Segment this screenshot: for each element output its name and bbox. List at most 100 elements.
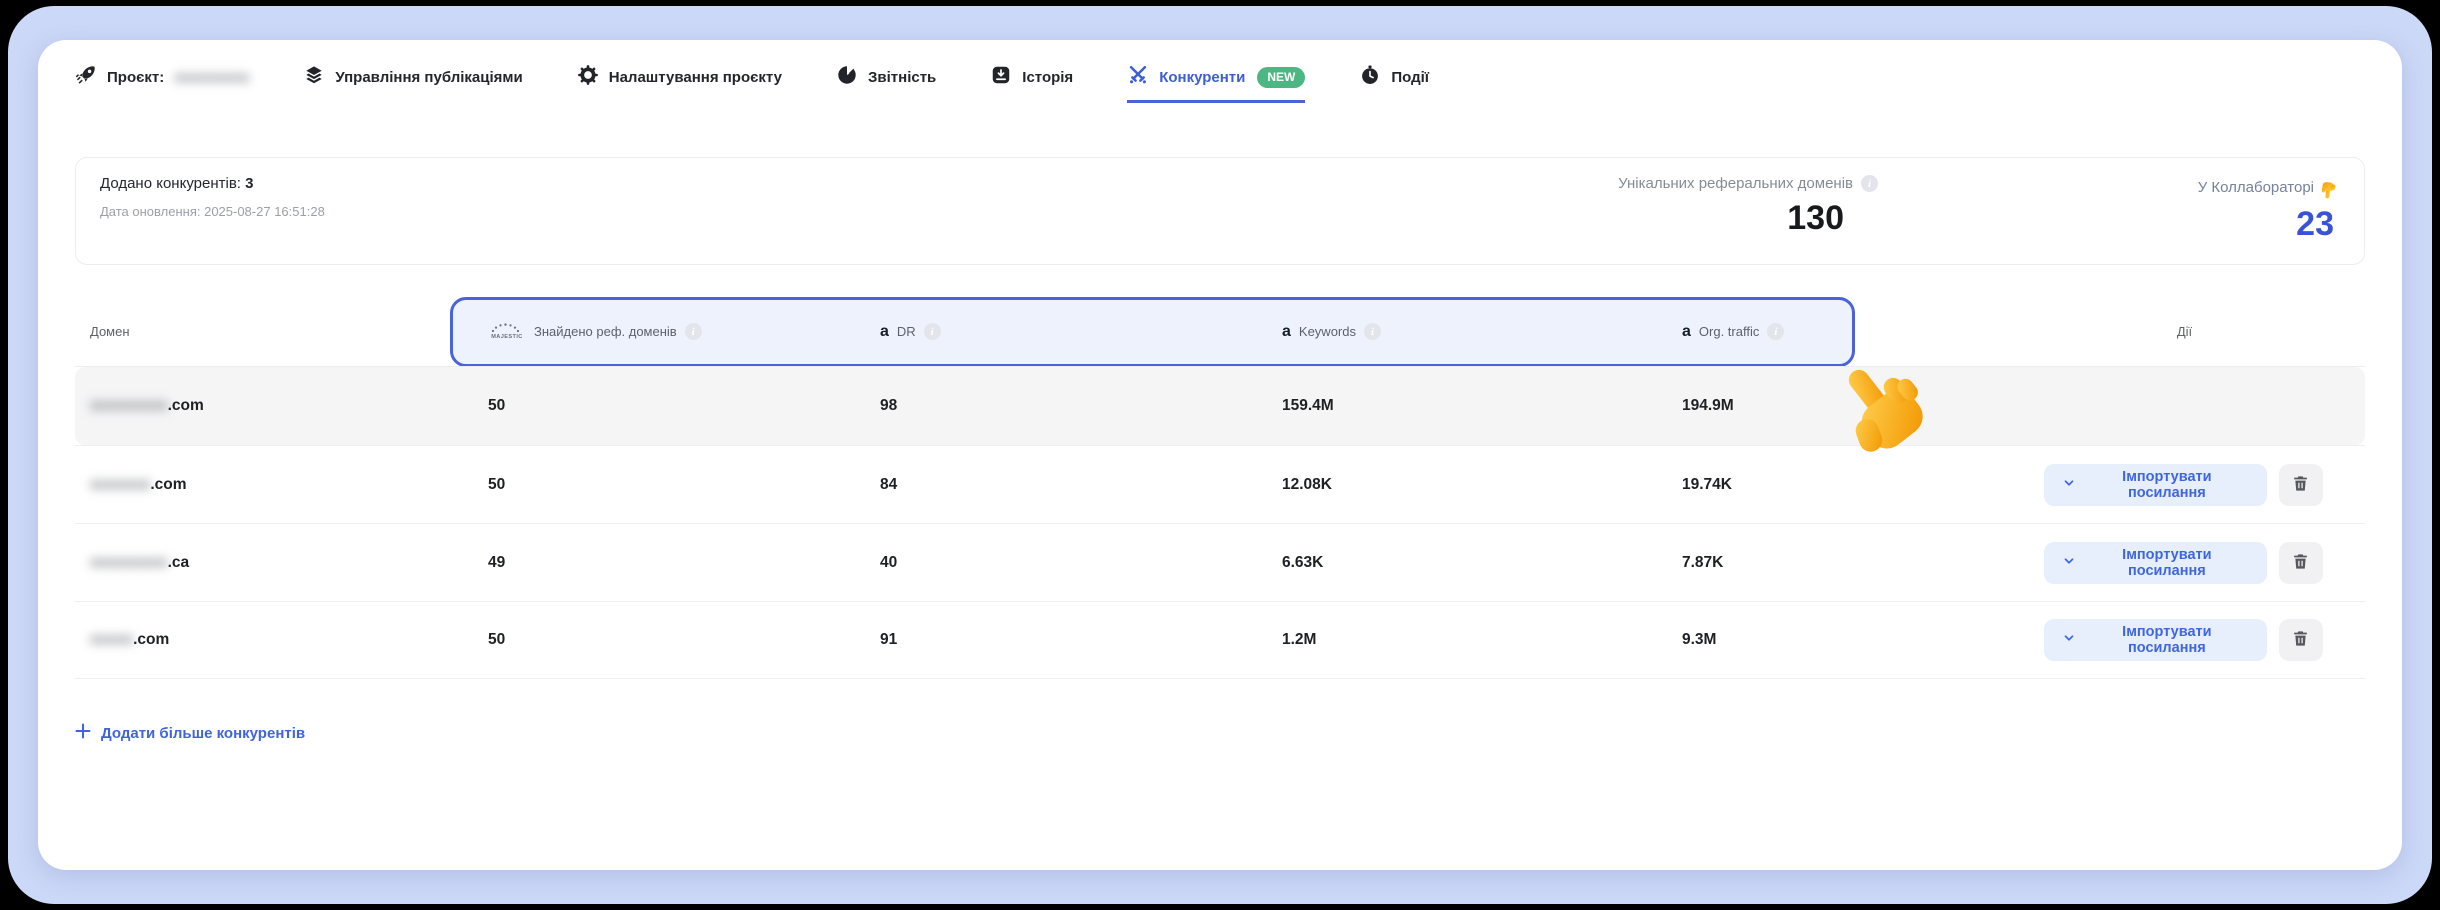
info-icon[interactable] <box>1767 323 1784 340</box>
actions-cell: Імпортувати посилання <box>2044 542 2365 584</box>
dr-value: 40 <box>842 554 1244 572</box>
trash-icon <box>2291 552 2310 574</box>
add-more-label: Додати більше конкурентів <box>101 725 305 742</box>
table-row: xxxxxxxxx.com 50 98 159.4M 194.9M <box>75 367 2365 445</box>
top-tab-bar: Проєкт: xxxxxxxxx Управління публікаціям… <box>38 40 2402 103</box>
import-links-label: Імпортувати посилання <box>2085 624 2249 656</box>
ref-domains-value: 50 <box>450 476 842 494</box>
header-keywords: a Keywords <box>1244 323 1644 340</box>
ahrefs-icon: a <box>1682 324 1691 340</box>
tab-project-masked-domain: xxxxxxxxx <box>174 69 249 86</box>
import-links-button[interactable]: Імпортувати посилання <box>2044 619 2267 661</box>
header-domain: Домен <box>75 324 450 339</box>
tab-publications[interactable]: Управління публікаціями <box>303 64 522 103</box>
ahrefs-icon: a <box>1282 324 1291 340</box>
ahrefs-icon: a <box>880 324 889 340</box>
tab-project-label: Проєкт: <box>107 69 164 86</box>
info-icon[interactable] <box>1861 175 1878 192</box>
masked-domain: xxxxxxxxx <box>90 397 168 414</box>
delete-button[interactable] <box>2279 464 2323 506</box>
domain-suffix: .com <box>150 476 186 493</box>
delete-button[interactable] <box>2279 542 2323 584</box>
chevron-down-icon <box>2062 476 2076 494</box>
keywords-value: 1.2M <box>1244 631 1644 649</box>
import-links-label: Імпортувати посилання <box>2085 547 2249 579</box>
header-org-traffic: a Org. traffic <box>1644 323 2044 340</box>
tab-reports-label: Звітність <box>868 69 936 86</box>
chevron-down-icon <box>2062 631 2076 649</box>
update-date-text: Дата оновлення: 2025-08-27 16:51:28 <box>100 204 1318 219</box>
header-ref-domains: MAJESTIC Знайдено реф. доменів <box>450 319 842 344</box>
trash-icon <box>2291 474 2310 496</box>
actions-cell: Імпортувати посилання <box>2044 619 2365 661</box>
tab-events-label: Події <box>1391 69 1429 86</box>
svg-text:MAJESTIC: MAJESTIC <box>491 334 522 340</box>
domain-cell: xxxxxxx.com <box>75 476 450 494</box>
tab-settings-label: Налаштування проєкту <box>609 69 782 86</box>
plus-icon <box>75 723 91 743</box>
ref-domains-value: 50 <box>450 631 842 649</box>
header-ref-domains-label: Знайдено реф. доменів <box>534 324 677 339</box>
summary-added-block: Додано конкурентів: 3 Дата оновлення: 20… <box>100 175 1318 219</box>
history-download-icon <box>990 64 1012 90</box>
tab-competitors[interactable]: Конкуренти NEW <box>1127 64 1305 103</box>
table-header-row: Домен MAJESTIC Знайд <box>75 297 2365 367</box>
majestic-icon: MAJESTIC <box>488 319 526 344</box>
pie-chart-icon <box>836 64 858 90</box>
domain-cell: xxxxxxxxx.ca <box>75 554 450 572</box>
table-row: xxxxxxxxx.ca 49 40 6.63K 7.87K Імпортува… <box>75 523 2365 601</box>
domain-suffix: .com <box>168 397 204 414</box>
tab-settings[interactable]: Налаштування проєкту <box>577 64 782 103</box>
main-card: Проєкт: xxxxxxxxx Управління публікаціям… <box>38 40 2402 870</box>
unique-domains-label: Унікальних реферальних доменів <box>1618 175 1853 192</box>
crossed-swords-icon <box>1127 64 1149 90</box>
org-traffic-value: 194.9M <box>1644 397 2044 415</box>
gear-icon <box>577 64 599 90</box>
unique-domains-value: 130 <box>1318 199 1878 238</box>
org-traffic-value: 9.3M <box>1644 631 2044 649</box>
dr-value: 91 <box>842 631 1244 649</box>
tab-competitors-label: Конкуренти <box>1159 69 1245 86</box>
ref-domains-value: 50 <box>450 397 842 415</box>
layers-icon <box>303 64 325 90</box>
added-competitors-label: Додано конкурентів: <box>100 175 241 192</box>
import-links-button[interactable]: Імпортувати посилання <box>2044 542 2267 584</box>
add-more-competitors-button[interactable]: Додати більше конкурентів <box>75 723 305 743</box>
pointing-down-hand-icon <box>2317 174 2339 200</box>
header-actions: Дії <box>2044 324 2365 339</box>
header-dr-label: DR <box>897 324 916 339</box>
tab-history-label: Історія <box>1022 69 1073 86</box>
header-dr: a DR <box>842 323 1244 340</box>
domain-suffix: .ca <box>168 554 190 571</box>
org-traffic-value: 7.87K <box>1644 554 2044 572</box>
summary-bar: Додано конкурентів: 3 Дата оновлення: 20… <box>75 157 2365 265</box>
trash-icon <box>2291 629 2310 651</box>
info-icon[interactable] <box>1364 323 1381 340</box>
import-links-button[interactable]: Імпортувати посилання <box>2044 464 2267 506</box>
info-icon[interactable] <box>685 323 702 340</box>
tab-events[interactable]: Події <box>1359 64 1429 103</box>
table-row: xxxxx.com 50 91 1.2M 9.3M Імпортувати по… <box>75 601 2365 679</box>
table-row: xxxxxxx.com 50 84 12.08K 19.74K Імпортув… <box>75 445 2365 523</box>
keywords-value: 159.4M <box>1244 397 1644 415</box>
rocket-icon <box>75 64 97 90</box>
keywords-value: 12.08K <box>1244 476 1644 494</box>
chevron-down-icon <box>2062 554 2076 572</box>
dr-value: 98 <box>842 397 1244 415</box>
header-org-traffic-label: Org. traffic <box>1699 324 1759 339</box>
actions-cell: Імпортувати посилання <box>2044 464 2365 506</box>
delete-button[interactable] <box>2279 619 2323 661</box>
added-competitors-value: 3 <box>245 175 253 192</box>
masked-domain: xxxxxxx <box>90 476 150 493</box>
tab-publications-label: Управління публікаціями <box>335 69 522 86</box>
collaborator-value: 23 <box>1878 205 2338 244</box>
org-traffic-value: 19.74K <box>1644 476 2044 494</box>
new-badge: NEW <box>1257 67 1305 88</box>
tab-reports[interactable]: Звітність <box>836 64 936 103</box>
collaborator-label: У Коллабораторі <box>2198 179 2314 196</box>
competitors-table: Домен MAJESTIC Знайд <box>75 297 2365 679</box>
tab-project[interactable]: Проєкт: xxxxxxxxx <box>75 64 249 103</box>
tab-history[interactable]: Історія <box>990 64 1073 103</box>
info-icon[interactable] <box>924 323 941 340</box>
keywords-value: 6.63K <box>1244 554 1644 572</box>
